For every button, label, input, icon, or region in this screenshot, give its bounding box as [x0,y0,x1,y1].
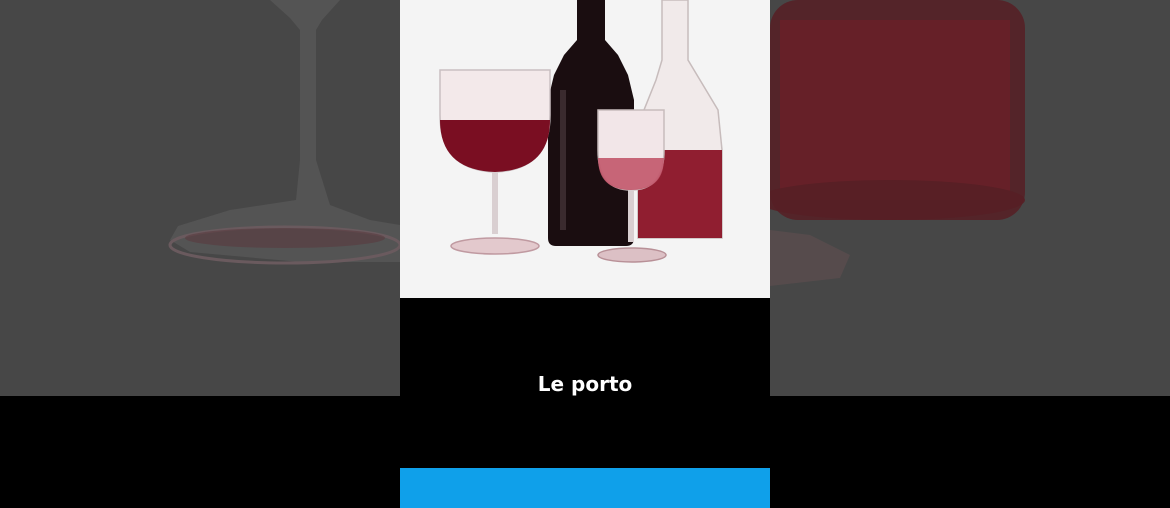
wine-thumbnail [400,0,770,298]
video-stage: Le porto [0,0,1170,508]
wine-scene-illustration [439,0,723,263]
short-card[interactable]: Le porto [400,0,770,508]
wine-glass-illustration [439,69,551,255]
blurred-background-right [770,0,1170,396]
short-title: Le porto [537,372,633,396]
blurred-glass-illustration [168,0,400,265]
blurred-background-left [0,0,400,396]
blurred-bottle-illustration [770,0,1025,286]
action-bar[interactable] [400,468,770,508]
